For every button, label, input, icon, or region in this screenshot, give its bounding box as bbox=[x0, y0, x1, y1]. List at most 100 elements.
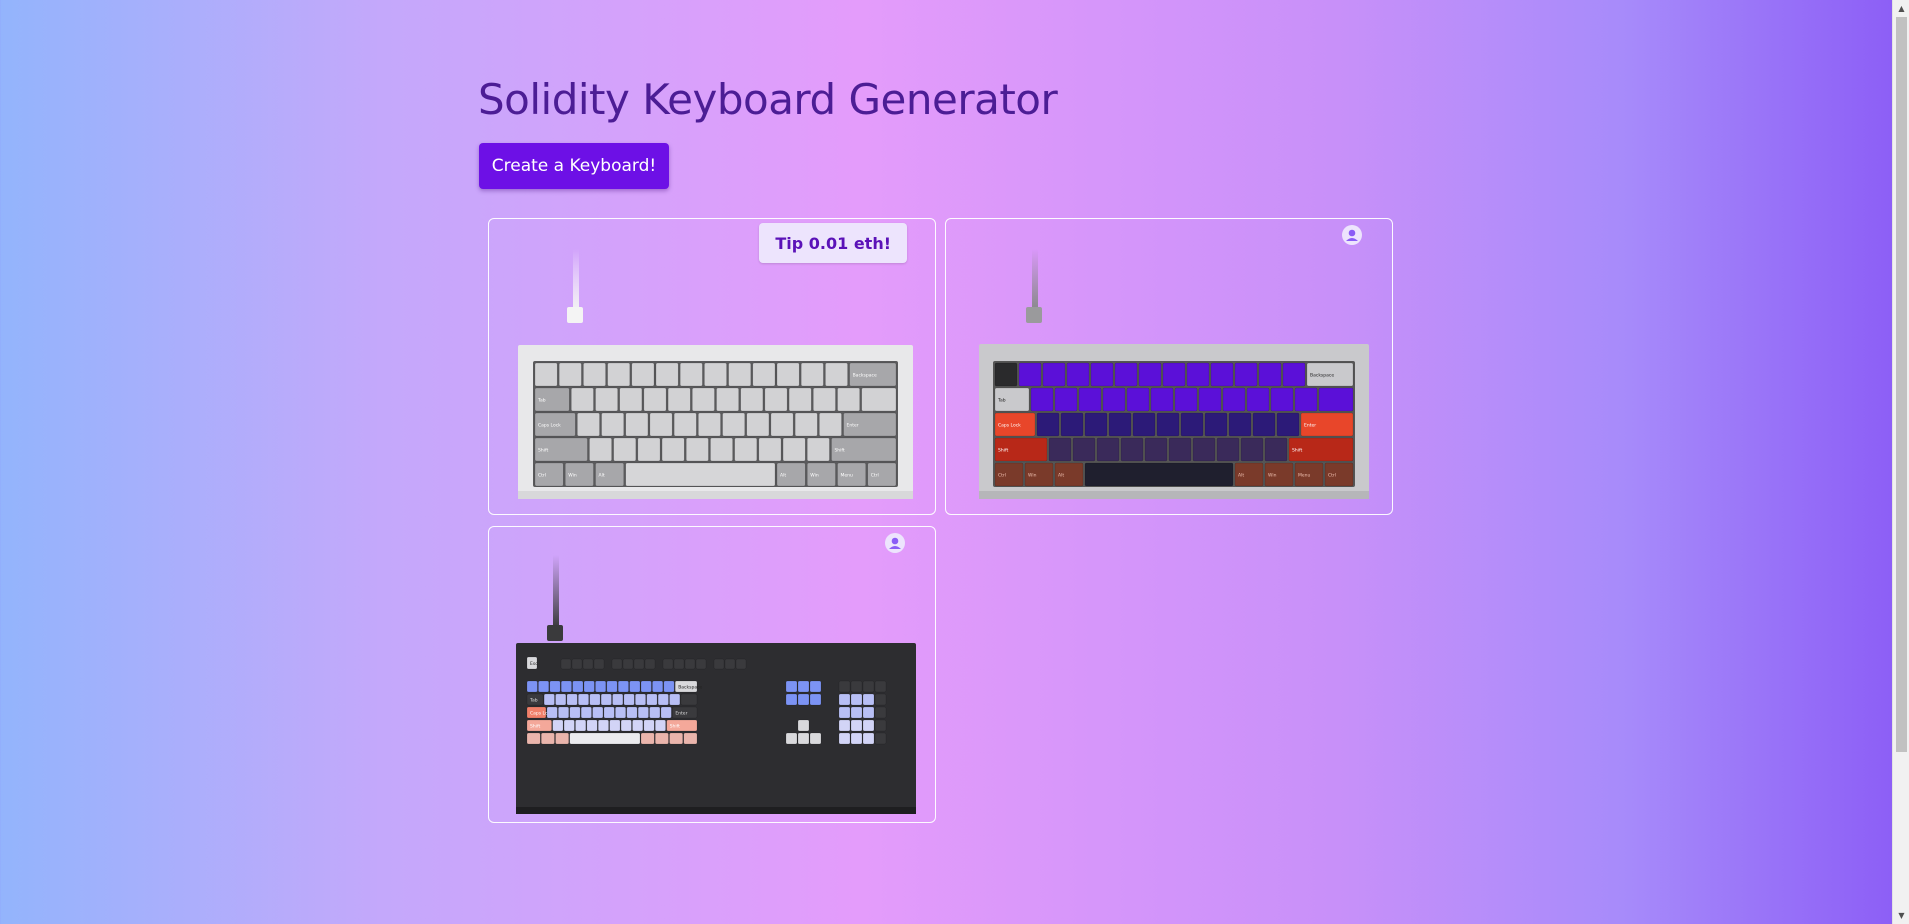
keycap bbox=[850, 680, 863, 693]
keycap bbox=[838, 693, 851, 706]
keycap bbox=[1198, 387, 1222, 412]
keycap bbox=[838, 706, 851, 719]
keycap bbox=[655, 732, 669, 745]
keycap-legend: Caps Lock bbox=[998, 423, 1021, 429]
keycap bbox=[770, 412, 794, 437]
keycap bbox=[1120, 437, 1144, 462]
keycap bbox=[1228, 412, 1252, 437]
keycap bbox=[724, 658, 736, 670]
keyboard-card: Backspace Tab Caps Lock Enter Shift Shift Ctrl… bbox=[488, 218, 936, 515]
keycap bbox=[1126, 387, 1150, 412]
keycap-legend: Alt bbox=[1238, 473, 1244, 479]
keycap bbox=[538, 680, 550, 693]
user-circle-icon[interactable] bbox=[885, 533, 905, 553]
keycap-legend: Shift bbox=[834, 448, 844, 454]
keycap bbox=[1108, 412, 1132, 437]
keycap bbox=[698, 412, 721, 437]
keycap bbox=[850, 706, 863, 719]
keycap bbox=[734, 437, 758, 462]
keycap-legend: Tab bbox=[537, 398, 546, 404]
keycap bbox=[1282, 362, 1306, 387]
keycap bbox=[850, 693, 863, 706]
keycap bbox=[575, 719, 587, 732]
keycap bbox=[633, 658, 645, 670]
keycap bbox=[619, 387, 643, 412]
keycap bbox=[1318, 387, 1354, 412]
keycap bbox=[1060, 412, 1084, 437]
keycap bbox=[640, 680, 652, 693]
keycap bbox=[541, 732, 555, 745]
keycap bbox=[1048, 437, 1072, 462]
keycap bbox=[776, 362, 800, 387]
keycap bbox=[874, 732, 887, 745]
keycap bbox=[552, 719, 564, 732]
keycap bbox=[819, 412, 842, 437]
keycap bbox=[569, 732, 641, 745]
keycap bbox=[1156, 412, 1180, 437]
user-circle-icon[interactable] bbox=[1342, 225, 1362, 245]
keycap bbox=[589, 437, 612, 462]
keycap-legend: Ctrl bbox=[871, 473, 879, 479]
keycap-legend: Win bbox=[810, 473, 819, 479]
scroll-down-arrow-icon[interactable]: ▼ bbox=[1893, 907, 1909, 924]
keycap-legend: Shift bbox=[538, 448, 548, 454]
keycap bbox=[534, 362, 558, 387]
keycap bbox=[1018, 362, 1042, 387]
keycap bbox=[809, 732, 822, 745]
keycap bbox=[1114, 362, 1138, 387]
keycap bbox=[572, 680, 584, 693]
keycap bbox=[623, 693, 635, 706]
keycap-legend: Alt bbox=[780, 473, 786, 479]
keycap-legend: Shift bbox=[530, 724, 540, 730]
keycap bbox=[838, 719, 851, 732]
vertical-scrollbar[interactable]: ▲ ▼ bbox=[1892, 0, 1909, 924]
keycap-legend: Caps Lock bbox=[538, 423, 561, 429]
keycap bbox=[825, 362, 848, 387]
keycap bbox=[582, 658, 594, 670]
keycap bbox=[740, 387, 764, 412]
keycap bbox=[637, 437, 661, 462]
keycap bbox=[764, 387, 788, 412]
keycap bbox=[1168, 437, 1192, 462]
keycap bbox=[615, 706, 626, 719]
keycap bbox=[1150, 387, 1174, 412]
keycap bbox=[1186, 362, 1210, 387]
keycap bbox=[657, 693, 669, 706]
keycap-legend: Alt bbox=[1058, 473, 1064, 479]
keycap bbox=[626, 706, 638, 719]
keycap bbox=[580, 706, 592, 719]
keycap bbox=[813, 387, 836, 412]
keycap-legend: Tab bbox=[997, 398, 1006, 404]
create-keyboard-button[interactable]: Create a Keyboard! bbox=[479, 143, 669, 189]
keycap bbox=[595, 680, 607, 693]
keycap-legend: Win bbox=[1268, 473, 1277, 479]
keycap bbox=[1096, 437, 1120, 462]
tip-button[interactable]: Tip 0.01 eth! bbox=[759, 223, 907, 263]
keycap-legend: Alt bbox=[599, 473, 605, 479]
keycap bbox=[649, 412, 673, 437]
keycap bbox=[558, 706, 569, 719]
scrollbar-thumb[interactable] bbox=[1896, 17, 1907, 752]
keycap bbox=[612, 693, 624, 706]
keycap bbox=[797, 719, 810, 732]
keycap bbox=[1240, 437, 1264, 462]
keycap bbox=[667, 387, 691, 412]
keycap bbox=[549, 680, 561, 693]
keycap bbox=[874, 680, 887, 693]
keycap bbox=[1234, 362, 1258, 387]
keycap bbox=[660, 706, 672, 719]
keycap bbox=[569, 706, 581, 719]
keycap bbox=[669, 693, 681, 706]
keycap bbox=[716, 387, 739, 412]
keycap bbox=[1252, 412, 1276, 437]
keycap bbox=[526, 732, 541, 745]
keycap bbox=[728, 362, 752, 387]
keycap bbox=[807, 437, 830, 462]
keycap bbox=[1102, 387, 1126, 412]
keycap bbox=[874, 693, 887, 706]
scroll-up-arrow-icon[interactable]: ▲ bbox=[1893, 0, 1909, 17]
keycap bbox=[722, 412, 746, 437]
keycap bbox=[571, 658, 583, 670]
keycap-legend: Shift bbox=[1292, 448, 1302, 454]
keycap bbox=[586, 719, 598, 732]
